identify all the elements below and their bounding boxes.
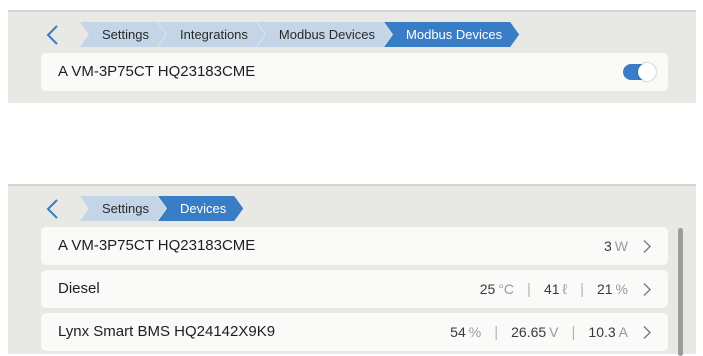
device-values: 54% | 26.65 V | 10.3 A xyxy=(450,313,628,351)
device-values: 3W xyxy=(604,227,628,265)
device-values: 25 °C | 41 ℓ | 21% xyxy=(480,270,628,308)
scrollbar[interactable] xyxy=(678,228,683,356)
volume-value: 41 xyxy=(543,281,560,297)
breadcrumb: Settings Devices xyxy=(80,196,235,221)
breadcrumb-integrations[interactable]: Integrations xyxy=(158,22,265,47)
temperature-value: 25 xyxy=(479,281,496,297)
value-separator: | xyxy=(494,323,499,341)
chevron-right-icon xyxy=(642,282,652,297)
chevron-right-icon xyxy=(642,325,652,340)
breadcrumb-settings[interactable]: Settings xyxy=(80,22,166,47)
voltage-value: 26.65 xyxy=(511,324,547,340)
temperature-unit: °C xyxy=(498,281,515,297)
power-value: 3 xyxy=(603,238,612,254)
device-name: Diesel xyxy=(58,280,100,297)
chevron-left-icon xyxy=(46,199,58,219)
back-button[interactable] xyxy=(45,23,61,47)
device-enable-toggle[interactable] xyxy=(623,63,656,81)
current-unit: A xyxy=(618,324,628,340)
device-row-vm3p75ct[interactable]: A VM-3P75CT HQ23183CME 3W xyxy=(41,227,668,265)
soc-value: 54 xyxy=(450,324,466,340)
value-separator: | xyxy=(580,280,584,298)
volume-unit: ℓ xyxy=(562,281,568,297)
modbus-devices-screen: Settings Integrations Modbus Devices Mod… xyxy=(8,10,696,103)
power-unit: W xyxy=(614,238,628,254)
chevron-left-icon xyxy=(46,25,58,45)
breadcrumb: Settings Integrations Modbus Devices Mod… xyxy=(80,22,511,47)
value-separator: | xyxy=(527,280,531,298)
device-row-lynx-bms[interactable]: Lynx Smart BMS HQ24142X9K9 54% | 26.65 V … xyxy=(41,313,668,351)
voltage-unit: V xyxy=(549,324,559,340)
soc-unit: % xyxy=(468,324,482,340)
modbus-device-row: A VM-3P75CT HQ23183CME xyxy=(41,53,668,91)
device-name: A VM-3P75CT HQ23183CME xyxy=(58,63,256,80)
device-name: Lynx Smart BMS HQ24142X9K9 xyxy=(58,323,276,340)
breadcrumb-settings[interactable]: Settings xyxy=(80,196,166,221)
value-separator: | xyxy=(571,323,576,341)
chevron-right-icon xyxy=(642,239,652,254)
current-value: 10.3 xyxy=(588,324,616,340)
device-name: A VM-3P75CT HQ23183CME xyxy=(58,237,256,254)
toggle-knob xyxy=(638,63,656,81)
level-unit: % xyxy=(615,281,628,297)
devices-screen: Settings Devices A VM-3P75CT HQ23183CME … xyxy=(8,184,696,356)
back-button[interactable] xyxy=(45,197,61,221)
breadcrumb-modbus-devices[interactable]: Modbus Devices xyxy=(257,22,392,47)
breadcrumb-modbus-devices-current: Modbus Devices xyxy=(384,22,519,47)
breadcrumb-devices-current: Devices xyxy=(158,196,243,221)
level-value: 21 xyxy=(596,281,613,297)
device-row-diesel[interactable]: Diesel 25 °C | 41 ℓ | 21% xyxy=(41,270,668,308)
